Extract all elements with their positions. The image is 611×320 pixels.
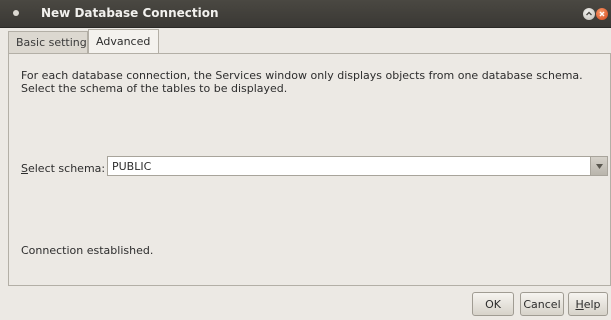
description-line: For each database connection, the Servic…	[21, 69, 583, 82]
schema-dropdown-button[interactable]	[590, 157, 607, 175]
advanced-panel: For each database connection, the Servic…	[8, 53, 611, 286]
minimize-button[interactable]	[583, 8, 595, 20]
schema-selected-value: PUBLIC	[112, 160, 152, 173]
description-text: For each database connection, the Servic…	[21, 69, 583, 95]
ok-button[interactable]: OK	[472, 292, 514, 316]
window-menu-icon[interactable]	[13, 10, 19, 16]
chevron-down-icon	[595, 163, 603, 169]
schema-label-mnemonic: S	[21, 162, 28, 175]
close-icon	[599, 11, 605, 17]
cancel-button[interactable]: Cancel	[520, 292, 564, 316]
title-bar[interactable]: New Database Connection	[0, 0, 611, 28]
tab-basic-setting[interactable]: Basic setting	[8, 31, 88, 53]
help-mnemonic: H	[575, 297, 584, 311]
tab-advanced[interactable]: Advanced	[88, 29, 159, 53]
schema-label: Select schema:	[21, 162, 105, 175]
help-button[interactable]: Help	[568, 292, 608, 316]
minimize-icon	[586, 11, 592, 16]
close-button[interactable]	[596, 8, 608, 20]
schema-select[interactable]: PUBLIC	[107, 156, 608, 176]
schema-label-text: elect schema:	[27, 162, 106, 175]
description-line: Select the schema of the tables to be di…	[21, 82, 288, 95]
connection-status: Connection established.	[21, 244, 154, 257]
help-label: elp	[583, 297, 601, 311]
window-title: New Database Connection	[41, 6, 219, 20]
